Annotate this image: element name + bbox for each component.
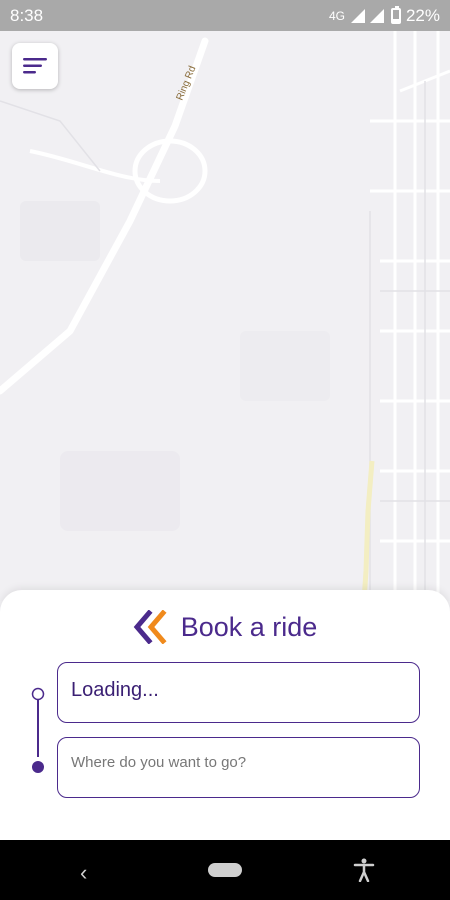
- home-pill-icon[interactable]: [208, 863, 242, 877]
- destination-field[interactable]: Where do you want to go?: [57, 737, 420, 798]
- signal-icon: [350, 8, 365, 23]
- map-view[interactable]: Ring Rd: [0, 31, 450, 601]
- booking-header: Book a ride: [0, 610, 450, 644]
- pickup-value: Loading...: [71, 679, 159, 701]
- back-icon[interactable]: ‹: [80, 860, 87, 886]
- pickup-field[interactable]: Loading...: [57, 662, 420, 723]
- booking-title: Book a ride: [180, 611, 318, 642]
- system-nav-bar: ‹: [0, 840, 450, 900]
- status-bar: 8:38 4G 22%: [0, 0, 450, 31]
- booking-sheet: Book a ride Loading... Where do you want…: [0, 590, 450, 840]
- chevrons-logo-icon: [133, 610, 167, 644]
- menu-icon: [23, 58, 47, 74]
- status-time: 8:38: [10, 5, 44, 25]
- accessibility-icon[interactable]: [353, 858, 375, 882]
- status-indicators: 4G 22%: [328, 5, 440, 26]
- destination-placeholder: Where do you want to go?: [71, 754, 247, 771]
- battery-icon: [390, 5, 401, 24]
- pickup-dot-icon: [31, 687, 45, 701]
- battery-percent: 22%: [405, 5, 440, 25]
- route-indicator: [31, 687, 45, 773]
- wifi-signal-icon: [369, 8, 384, 23]
- destination-dot-icon: [32, 761, 44, 773]
- network-type: 4G: [328, 8, 345, 23]
- menu-button[interactable]: [12, 43, 58, 89]
- map-tiles: Ring Rd: [0, 31, 450, 601]
